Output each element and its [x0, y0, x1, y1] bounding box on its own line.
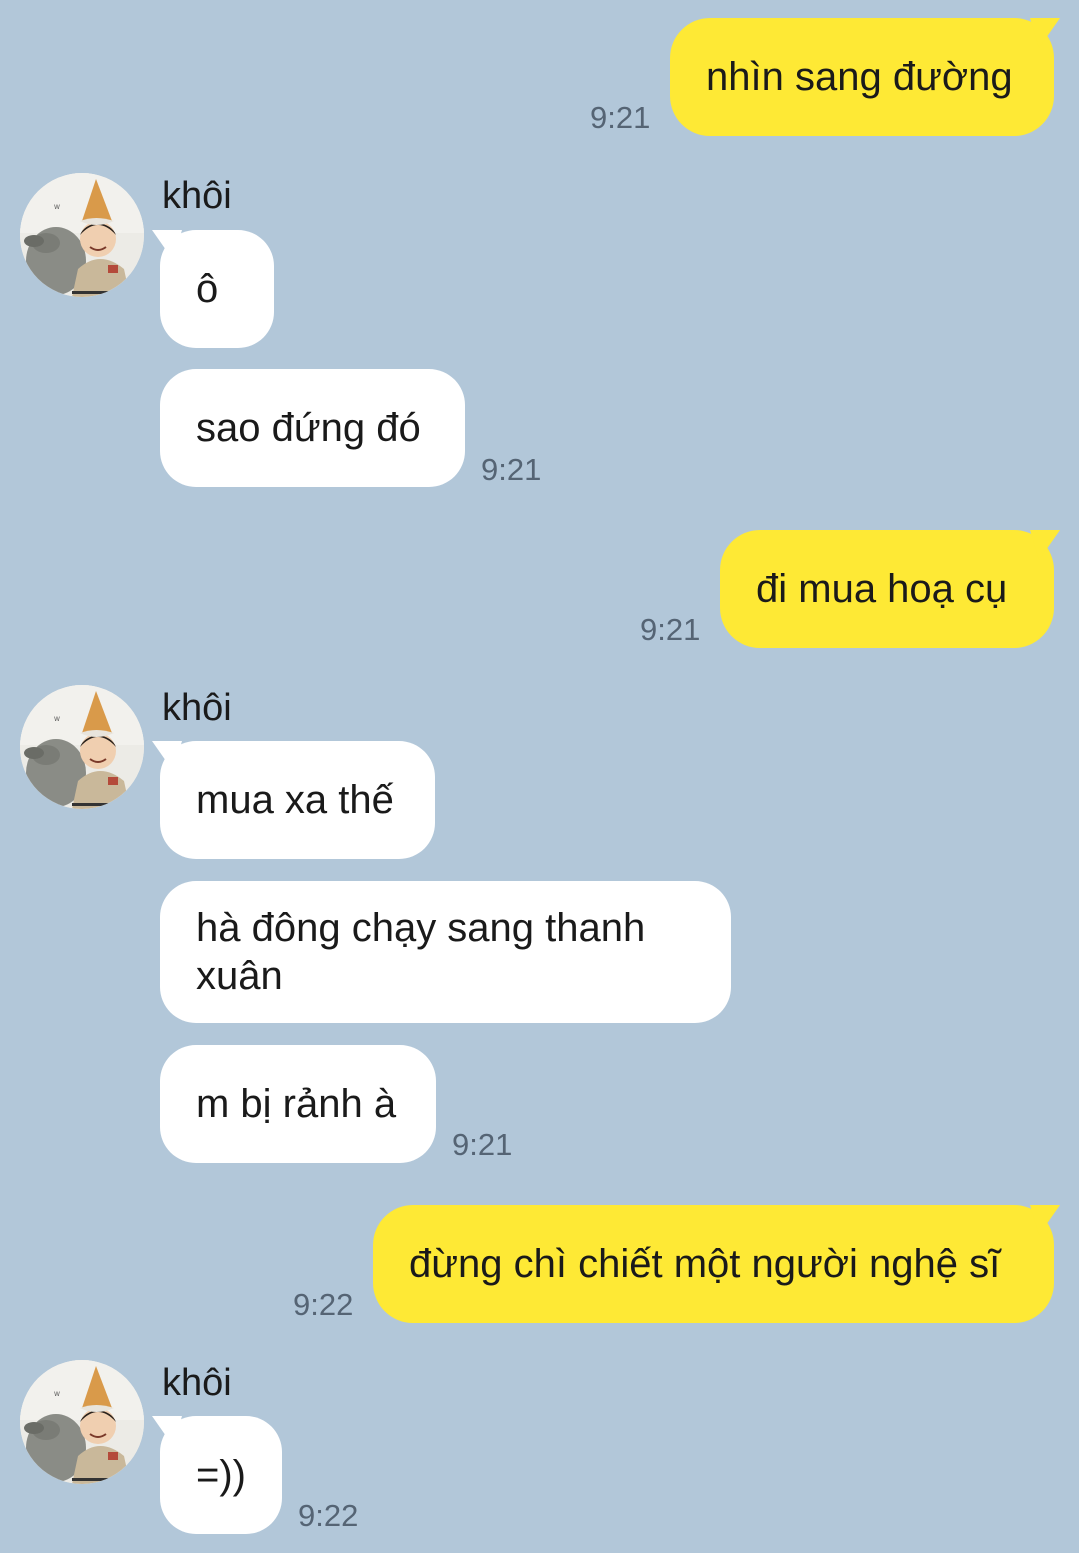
avatar-photo-icon [20, 1360, 144, 1484]
their-message-bubble[interactable]: m bị rảnh à [160, 1045, 436, 1163]
message-text: ô [196, 267, 219, 311]
sender-name: khôi [162, 687, 232, 729]
message-time: 9:21 [481, 452, 542, 487]
my-message-bubble[interactable]: đừng chì chiết một người nghệ sĩ [373, 1205, 1054, 1323]
their-message-bubble[interactable]: sao đứng đó [160, 369, 465, 487]
chat-view[interactable]: 9:21 nhìn sang đường khôi ô sao đứng đó … [0, 0, 1079, 1553]
message-time: 9:22 [298, 1498, 359, 1533]
message-time: 9:22 [293, 1287, 354, 1322]
message-text: đừng chì chiết một người nghệ sĩ [409, 1242, 1001, 1286]
message-text: =)) [196, 1453, 246, 1497]
their-message-bubble[interactable]: ô [160, 230, 274, 348]
avatar-photo-icon [20, 685, 144, 809]
avatar[interactable] [20, 1360, 144, 1484]
message-text: mua xa thế [196, 778, 394, 822]
message-text: nhìn sang đường [706, 55, 1013, 99]
avatar[interactable] [20, 685, 144, 809]
their-message-bubble[interactable]: mua xa thế [160, 741, 435, 859]
my-message-bubble[interactable]: nhìn sang đường [670, 18, 1054, 136]
message-text: m bị rảnh à [196, 1082, 397, 1126]
their-message-bubble[interactable]: hà đông chạy sang thanh xuân [160, 881, 731, 1023]
my-message-bubble[interactable]: đi mua hoạ cụ [720, 530, 1054, 648]
their-message-bubble[interactable]: =)) [160, 1416, 282, 1534]
sender-name: khôi [162, 175, 232, 217]
sender-name: khôi [162, 1362, 232, 1404]
message-time: 9:21 [590, 100, 651, 135]
message-time: 9:21 [452, 1127, 513, 1162]
message-text: sao đứng đó [196, 406, 421, 450]
message-time: 9:21 [640, 612, 701, 647]
message-text: đi mua hoạ cụ [756, 567, 1008, 611]
avatar-photo-icon [20, 173, 144, 297]
message-text: hà đông chạy sang thanh xuân [196, 906, 646, 998]
avatar[interactable] [20, 173, 144, 297]
